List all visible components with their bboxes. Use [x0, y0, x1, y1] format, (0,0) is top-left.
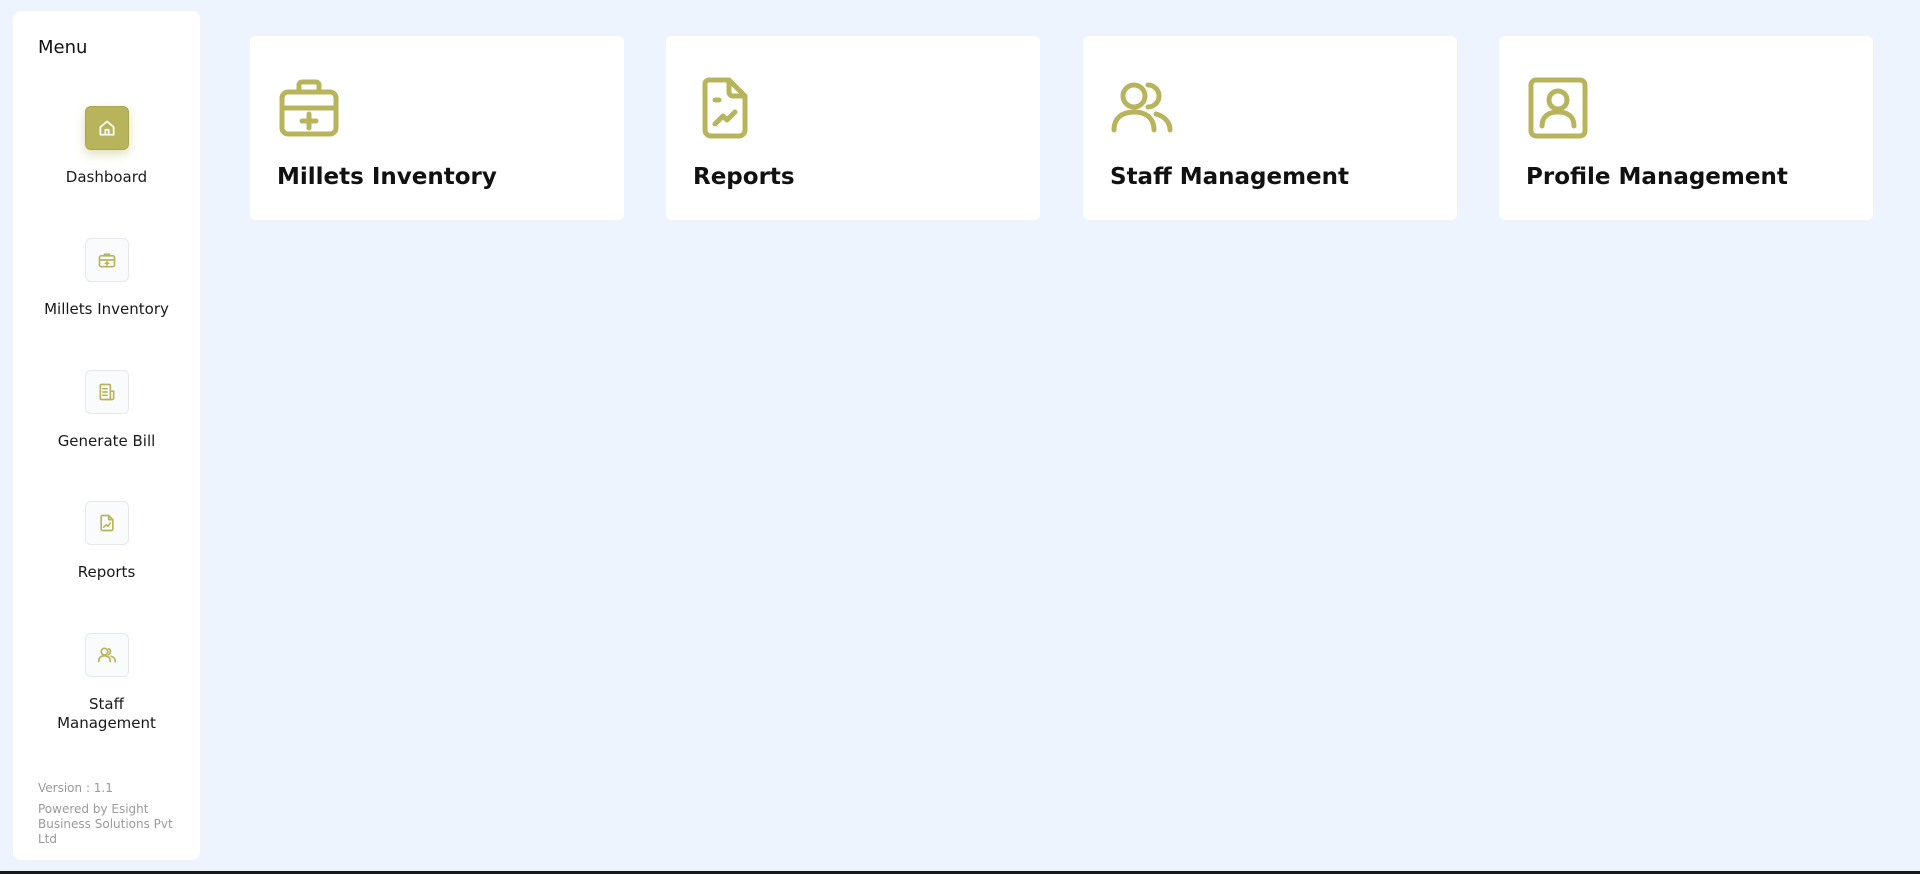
- sidebar-item-label: Reports: [77, 563, 136, 581]
- users-icon: [1111, 82, 1173, 133]
- bill-icon: [84, 370, 129, 414]
- card-title: Reports: [693, 164, 795, 190]
- card-reports[interactable]: Reports: [666, 36, 1040, 220]
- sidebar-item-reports[interactable]: Reports: [13, 501, 200, 582]
- sidebar-item-staff-management[interactable]: Staff Management: [13, 633, 200, 733]
- card-title: Millets Inventory: [277, 164, 497, 190]
- report-icon: [702, 77, 748, 139]
- sidebar-item-label: Millets Inventory: [44, 300, 169, 318]
- sidebar-item-millets-inventory[interactable]: Millets Inventory: [13, 238, 200, 319]
- sidebar: Menu Dashboard Millets Inventory Generat…: [13, 11, 200, 860]
- sidebar-item-generate-bill[interactable]: Generate Bill: [13, 370, 200, 451]
- card-title: Profile Management: [1526, 164, 1788, 190]
- card-millets-inventory[interactable]: Millets Inventory: [250, 36, 624, 220]
- home-icon: [84, 106, 129, 150]
- sidebar-item-label: Generate Bill: [57, 432, 156, 450]
- card-profile-management[interactable]: Profile Management: [1499, 36, 1873, 220]
- profile-icon: [1528, 77, 1588, 139]
- menu-title: Menu: [38, 37, 88, 58]
- card-title: Staff Management: [1110, 164, 1350, 190]
- app-root: Menu Dashboard Millets Inventory Generat…: [0, 0, 1920, 874]
- powered-by-text: Powered by Esight Business Solutions Pvt…: [38, 802, 173, 846]
- version-text: Version : 1.1: [38, 781, 113, 795]
- sidebar-item-label: Dashboard: [65, 168, 148, 186]
- medkit-icon: [279, 79, 339, 137]
- sidebar-footer: Version : 1.1 Powered by Esight Business…: [38, 781, 188, 847]
- sidebar-item-label: Staff Management: [57, 695, 156, 732]
- sidebar-item-dashboard[interactable]: Dashboard: [13, 106, 200, 187]
- report-icon: [84, 501, 129, 545]
- users-icon: [84, 633, 129, 677]
- card-staff-management[interactable]: Staff Management: [1083, 36, 1457, 220]
- medkit-icon: [84, 238, 129, 282]
